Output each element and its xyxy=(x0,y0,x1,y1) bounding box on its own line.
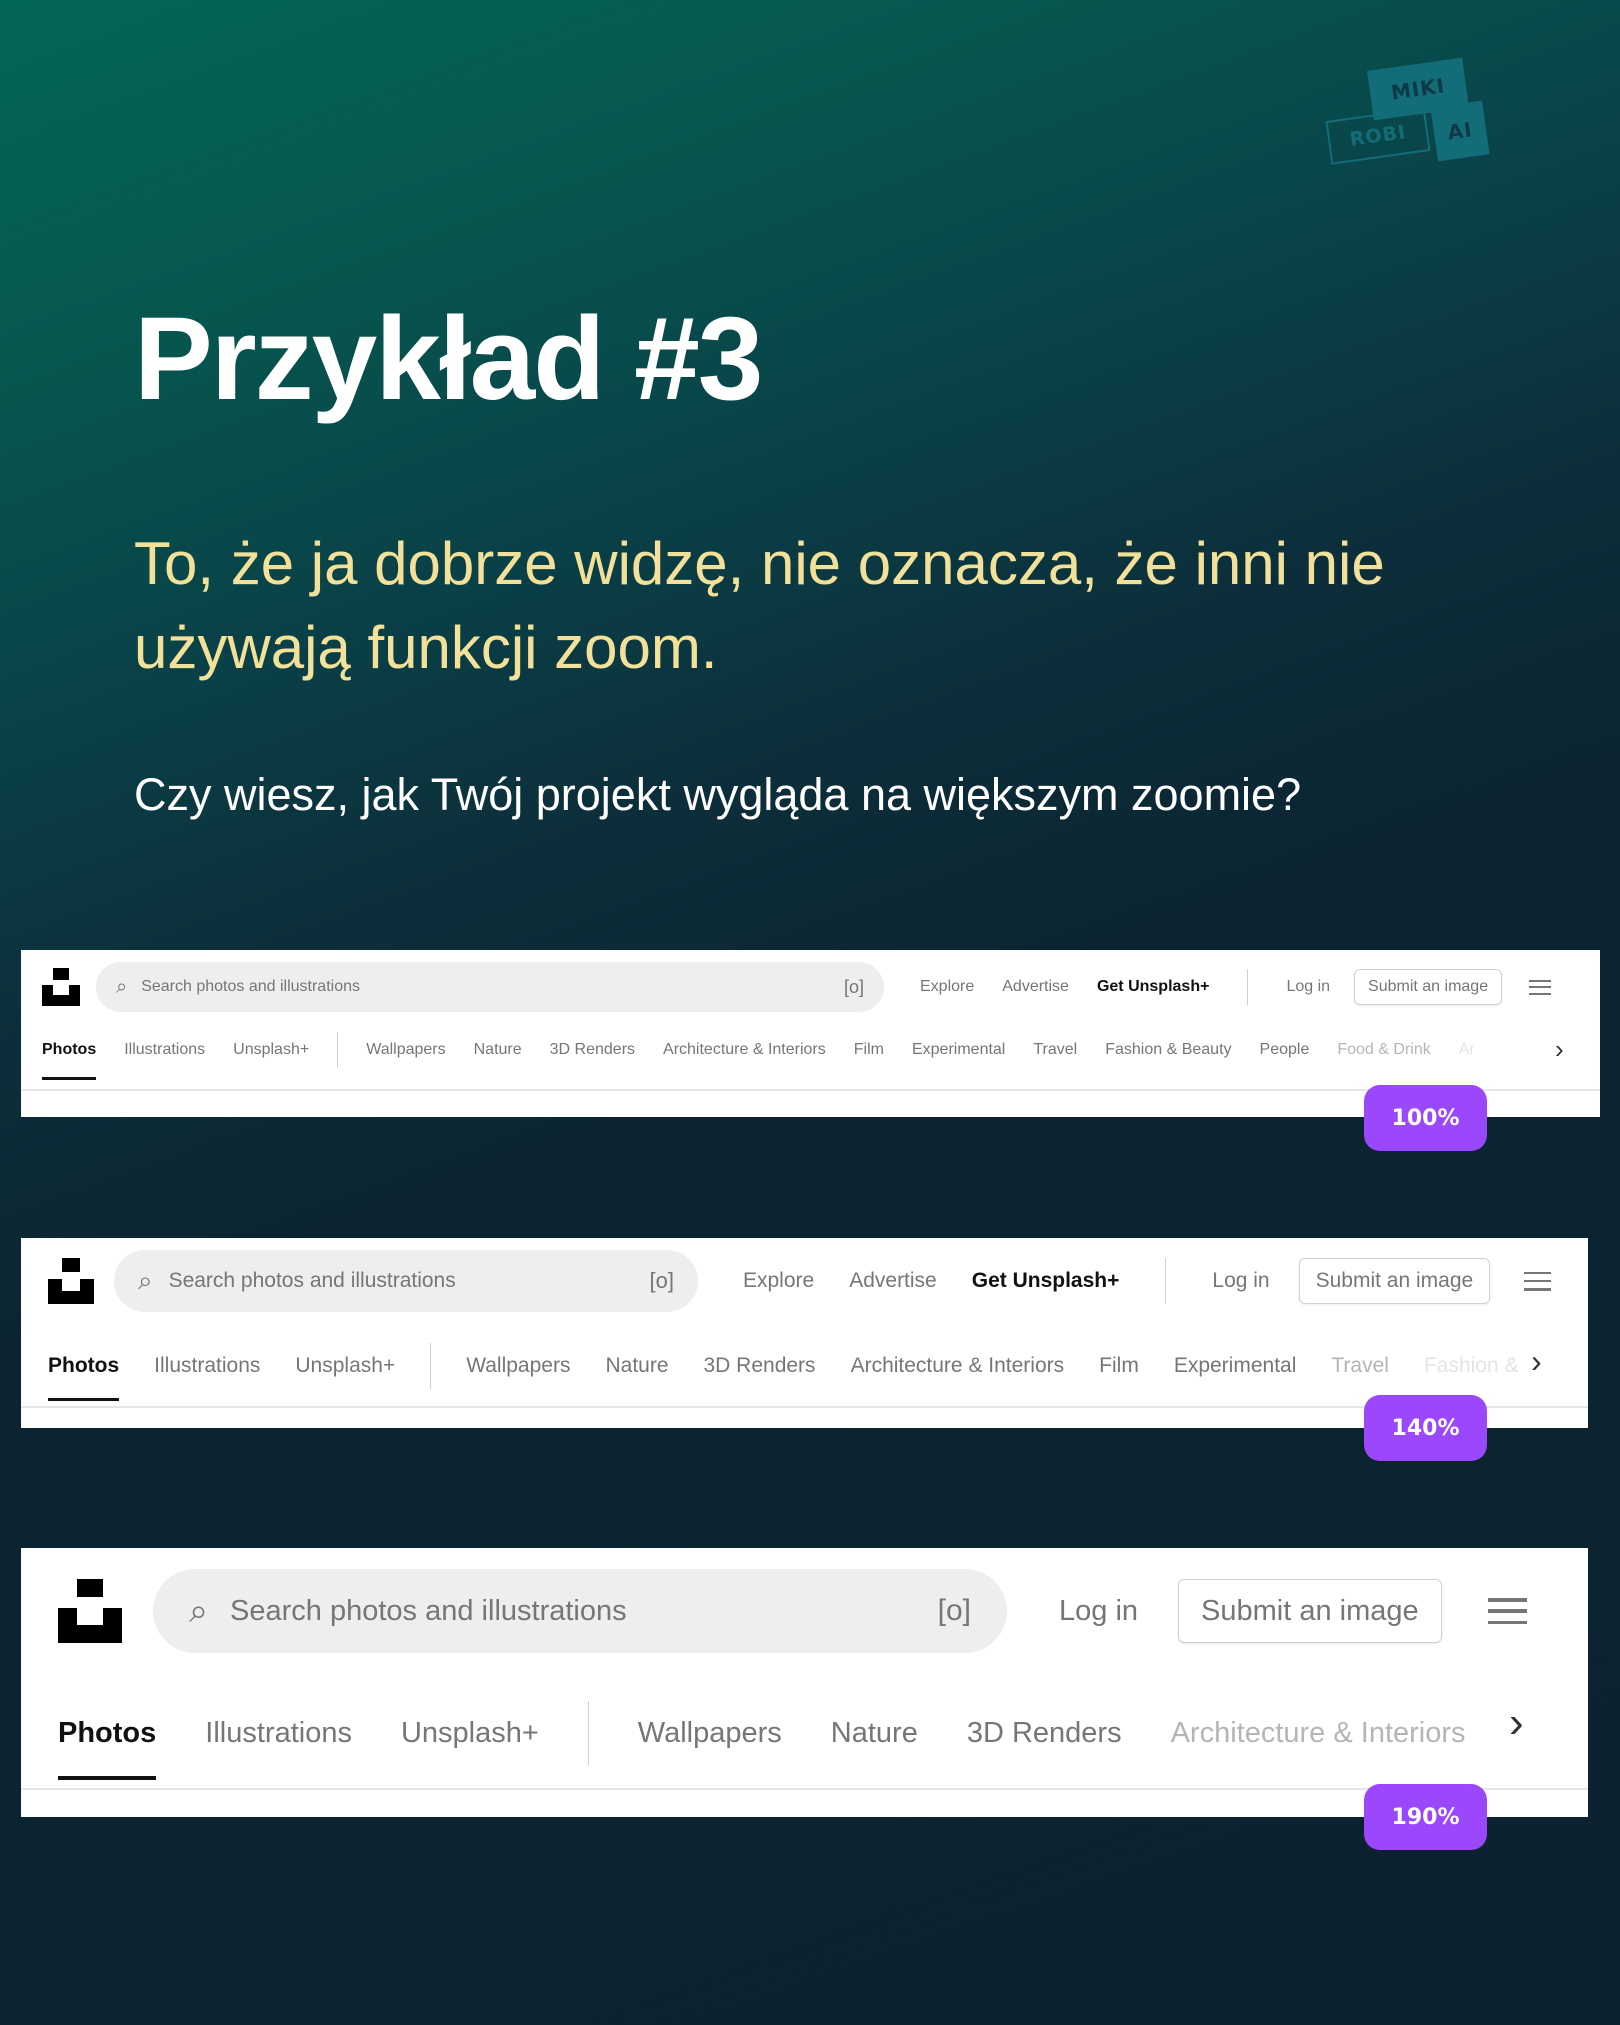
category-tab[interactable]: Illustrations xyxy=(154,1354,260,1378)
unsplash-logo-icon[interactable] xyxy=(48,1258,94,1304)
category-nav: Photos Illustrations Unsplash+ Wallpaper… xyxy=(21,1342,1588,1401)
login-link[interactable]: Log in xyxy=(1286,978,1330,996)
category-tab[interactable]: Film xyxy=(1099,1354,1139,1378)
category-tab[interactable]: Travel xyxy=(1331,1354,1389,1378)
category-tab[interactable]: 3D Renders xyxy=(550,1041,635,1059)
login-link[interactable]: Log in xyxy=(1059,1595,1138,1628)
category-tab[interactable]: Unsplash+ xyxy=(295,1354,395,1378)
category-nav: Photos Illustrations Unsplash+ Wallpaper… xyxy=(21,1030,1600,1080)
brand-logo: MIKI ROBI AI xyxy=(1322,56,1490,170)
search-placeholder: Search photos and illustrations xyxy=(230,1594,627,1627)
question-text: Czy wiesz, jak Twój projekt wygląda na w… xyxy=(134,769,1302,820)
nav-get-unsplash-plus[interactable]: Get Unsplash+ xyxy=(972,1269,1120,1293)
divider xyxy=(1165,1258,1167,1304)
category-tab[interactable]: Architecture & Interiors xyxy=(851,1354,1065,1378)
category-tab[interactable]: Experimental xyxy=(912,1041,1005,1059)
submit-image-button[interactable]: Submit an image xyxy=(1354,969,1503,1005)
brand-logo-ai: AI xyxy=(1430,100,1490,162)
nav-advertise[interactable]: Advertise xyxy=(1002,978,1069,996)
search-icon: ⌕ xyxy=(138,1265,153,1295)
nav-get-unsplash-plus[interactable]: Get Unsplash+ xyxy=(1097,978,1209,996)
active-tab-underline xyxy=(42,1077,97,1080)
category-tab[interactable]: Fashion & xyxy=(1424,1354,1519,1378)
category-tab[interactable]: Nature xyxy=(474,1041,522,1059)
divider xyxy=(1247,969,1249,1005)
category-tab[interactable]: Nature xyxy=(831,1717,918,1750)
login-link[interactable]: Log in xyxy=(1212,1269,1269,1293)
unsplash-logo-icon[interactable] xyxy=(42,968,80,1006)
category-tab[interactable]: Illustrations xyxy=(205,1717,352,1750)
category-nav-border xyxy=(21,1089,1600,1091)
category-tab[interactable]: Food & Drink xyxy=(1337,1041,1430,1059)
search-input[interactable]: ⌕ Search photos and illustrations [o] xyxy=(153,1569,1007,1653)
menu-icon[interactable] xyxy=(1487,1598,1527,1624)
submit-image-button[interactable]: Submit an image xyxy=(1298,1258,1491,1304)
category-tab[interactable]: Illustrations xyxy=(124,1041,205,1059)
nav-explore[interactable]: Explore xyxy=(743,1269,814,1293)
category-tab[interactable]: Wallpapers xyxy=(366,1041,445,1059)
unsplash-logo-icon[interactable] xyxy=(58,1579,122,1643)
search-placeholder: Search photos and illustrations xyxy=(141,978,360,995)
zoom-badge-190: 190% xyxy=(1364,1784,1487,1850)
search-icon: ⌕ xyxy=(116,975,128,998)
category-tab[interactable]: Experimental xyxy=(1174,1354,1297,1378)
divider xyxy=(430,1343,432,1389)
scroll-right-chevron-icon[interactable]: › xyxy=(1509,1698,1524,1748)
category-tab[interactable]: People xyxy=(1260,1041,1310,1059)
search-icon: ⌕ xyxy=(189,1591,209,1630)
category-tab[interactable]: Wallpapers xyxy=(466,1354,570,1378)
search-placeholder: Search photos and illustrations xyxy=(168,1269,456,1292)
category-tab[interactable]: Nature xyxy=(605,1354,668,1378)
brand-logo-robi: ROBI xyxy=(1325,107,1431,165)
divider xyxy=(337,1032,339,1068)
category-tab[interactable]: Travel xyxy=(1033,1041,1077,1059)
category-tab-photos[interactable]: Photos xyxy=(58,1717,157,1780)
category-tab[interactable]: Unsplash+ xyxy=(401,1717,539,1750)
visual-search-icon[interactable]: [o] xyxy=(938,1594,971,1628)
nav-explore[interactable]: Explore xyxy=(920,978,974,996)
category-tab[interactable]: Wallpapers xyxy=(638,1717,782,1750)
category-nav: Photos Illustrations Unsplash+ Wallpaper… xyxy=(21,1700,1588,1780)
scroll-right-chevron-icon[interactable]: › xyxy=(1531,1343,1542,1380)
category-tab[interactable]: Fashion & Beauty xyxy=(1105,1041,1231,1059)
category-tab[interactable]: 3D Renders xyxy=(704,1354,816,1378)
menu-icon[interactable] xyxy=(1529,979,1552,995)
subtitle: To, że ja dobrze widzę, nie oznacza, że … xyxy=(134,530,1385,681)
category-tab-photos[interactable]: Photos xyxy=(48,1354,120,1401)
browser-screenshot-100: ⌕ Search photos and illustrations [o] Ex… xyxy=(21,950,1600,1117)
page-title: Przykład #3 xyxy=(134,293,763,425)
zoom-badge-140: 140% xyxy=(1364,1395,1487,1461)
browser-screenshot-190: ⌕ Search photos and illustrations [o] Lo… xyxy=(21,1548,1588,1817)
category-tab[interactable]: Unsplash+ xyxy=(233,1041,309,1059)
active-tab-underline xyxy=(58,1775,157,1780)
category-tab[interactable]: Film xyxy=(854,1041,884,1059)
search-input[interactable]: ⌕ Search photos and illustrations [o] xyxy=(114,1250,698,1312)
category-nav-border xyxy=(21,1406,1588,1408)
browser-screenshot-140: ⌕ Search photos and illustrations [o] Ex… xyxy=(21,1238,1588,1428)
visual-search-icon[interactable]: [o] xyxy=(650,1268,674,1294)
scroll-right-chevron-icon[interactable]: › xyxy=(1555,1034,1564,1065)
menu-icon[interactable] xyxy=(1524,1271,1552,1291)
category-tab[interactable]: Architecture & Interiors xyxy=(663,1041,826,1059)
divider xyxy=(587,1701,589,1765)
category-tab-photos[interactable]: Photos xyxy=(42,1041,97,1080)
active-tab-underline xyxy=(48,1398,120,1401)
visual-search-icon[interactable]: [o] xyxy=(844,977,864,998)
category-nav-border xyxy=(21,1788,1588,1790)
nav-advertise[interactable]: Advertise xyxy=(849,1269,937,1293)
submit-image-button[interactable]: Submit an image xyxy=(1178,1579,1442,1643)
category-tab[interactable]: 3D Renders xyxy=(967,1717,1122,1750)
search-input[interactable]: ⌕ Search photos and illustrations [o] xyxy=(96,962,884,1012)
category-tab[interactable]: Architecture & Interiors xyxy=(1171,1717,1466,1750)
zoom-badge-100: 100% xyxy=(1364,1085,1487,1151)
category-tab[interactable]: Ar xyxy=(1459,1041,1475,1059)
